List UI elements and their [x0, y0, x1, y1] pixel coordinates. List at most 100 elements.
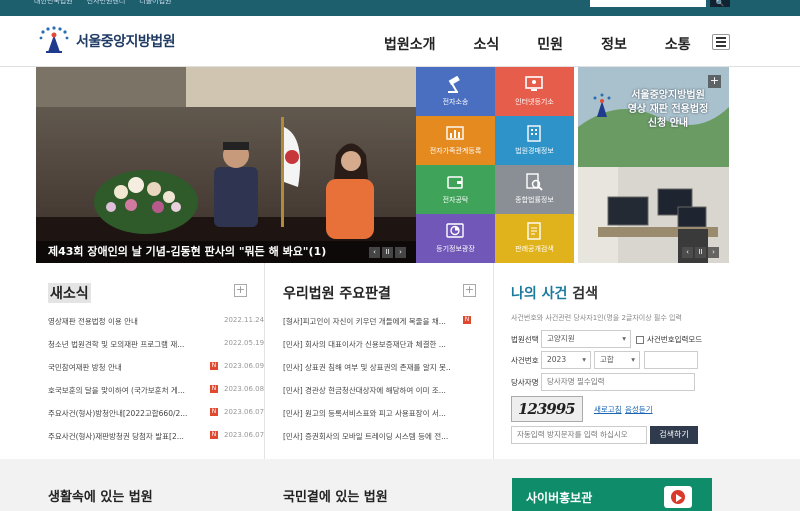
service-tile-label: 전자공탁 [442, 196, 469, 204]
list-item[interactable]: 청소년 법원견학 및 모의재판 프로그램 재... 2022.05.19 [48, 339, 265, 362]
hero-slider[interactable]: 제43회 장애인의 날 기념-김동현 판사의 "뭐든 해 봐요"(1) ‹ II… [36, 67, 416, 263]
chart-icon [445, 221, 465, 241]
nav-item-civil[interactable]: 민원 [537, 34, 563, 54]
list-item[interactable]: 영상재판 전용법정 이용 안내 2022.11.24 [48, 316, 265, 339]
case-search-button[interactable]: 검색하기 [650, 426, 698, 444]
service-tile[interactable]: 전자가족관계등록 [416, 116, 495, 165]
list-item-title[interactable]: [민사] 증권회사의 모바일 트레이딩 시스템 등에 전... [283, 431, 451, 442]
search-doc-icon [524, 172, 544, 192]
year-select[interactable]: 2023 [541, 351, 591, 369]
hamburger-menu-icon[interactable] [712, 34, 730, 50]
service-tile[interactable]: 법원경매정보 [495, 116, 574, 165]
court-logo[interactable]: 서울중앙지방법원 [38, 26, 176, 56]
list-item-title[interactable]: [민사] 상표권 침해 여부 및 상표권의 존재를 알지 못... [283, 362, 451, 373]
pause-icon[interactable]: II [695, 247, 706, 258]
list-item-date: 2022.11.24 [224, 316, 265, 324]
top-search-input[interactable] [590, 0, 706, 7]
case-search-note: 사건번호와 사건관련 당사자1인(명을 2글자이상 필수 입력 [511, 314, 682, 322]
list-item-title[interactable]: 주요사건(형사)방청안내[2022고합660/2... [48, 408, 200, 419]
cyber-pr-label: 사이버홍보관 [526, 491, 593, 505]
chevron-left-icon[interactable]: ‹ [682, 247, 693, 258]
news-more-button[interactable]: + [234, 284, 247, 297]
service-tile[interactable]: 종합법률정보 [495, 165, 574, 214]
family-chart-icon [445, 123, 465, 143]
list-item-title[interactable]: 영상재판 전용법정 이용 안내 [48, 316, 200, 327]
list-item-date: 2023.06.09 [224, 362, 265, 370]
service-tile-label: 판례공개검색 [515, 245, 554, 253]
chevron-right-icon[interactable]: › [708, 247, 719, 258]
list-item[interactable]: 주요사건(형사)방청안내[2022고합660/2... N 2023.06.07 [48, 408, 264, 431]
list-item-title[interactable]: [민사] 회사의 대표이사가 신용보증재단과 체결한 ... [283, 339, 451, 350]
list-item[interactable]: [민사] 경관상 현금청산대상자에 해당하여 이미 조... [283, 385, 478, 408]
list-item[interactable]: 주요사건(형사)재판방청권 당첨자 발표[2... N 2023.06.07 [48, 431, 264, 454]
promo-controls: ‹ II › [682, 247, 719, 258]
document-icon [524, 221, 544, 241]
cyber-pr-banner[interactable]: 사이버홍보관 [512, 478, 712, 511]
rulings-list: [형사]피고인이 자신이 키우던 개들에게 목줄을 채... N [민사] 회사의 … [283, 316, 478, 454]
list-item[interactable]: [민사] 상표권 침해 여부 및 상표권의 존재를 알지 못... [283, 362, 478, 385]
nav-item-info[interactable]: 정보 [601, 34, 627, 54]
hero-caption[interactable]: 제43회 장애인의 날 기념-김동현 판사의 "뭐든 해 봐요"(1) [36, 241, 416, 263]
list-item[interactable]: [민사] 증권회사의 모바일 트레이딩 시스템 등에 전... [283, 431, 478, 454]
top-link[interactable]: 대한민국법원 [34, 0, 73, 6]
top-link[interactable]: 전자민원센터 [87, 0, 126, 6]
captcha-audio-link[interactable]: 음성듣기 [625, 404, 653, 415]
top-links: 대한민국법원 전자민원센터 더불어법원 [34, 0, 171, 6]
top-link[interactable]: 더불어법원 [139, 0, 171, 6]
court-select[interactable]: 고양지원 [541, 330, 631, 348]
rulings-more-button[interactable]: + [463, 284, 476, 297]
party-name-label: 당사자명 [511, 378, 539, 387]
list-item[interactable]: [형사]피고인이 자신이 키우던 개들에게 목줄을 채... N [283, 316, 478, 339]
list-item-title[interactable]: [민사] 원고의 등록서비스표와 피고 사용표장이 서... [283, 408, 451, 419]
service-tile[interactable]: 전자공탁 [416, 165, 495, 214]
list-item[interactable]: 국민참여재판 방청 안내 N 2023.06.09 [48, 362, 265, 385]
pause-icon[interactable]: II [382, 247, 393, 258]
wallet-icon [445, 172, 465, 192]
promo-title: 서울중앙지방법원 영상 재판 전용법정 신청 안내 [627, 90, 709, 129]
list-item-title[interactable]: 청소년 법원견학 및 모의재판 프로그램 재... [48, 339, 200, 350]
list-item[interactable]: [민사] 원고의 등록서비스표와 피고 사용표장이 서... [283, 408, 478, 431]
case-number-label: 사건번호 [511, 356, 539, 365]
hero-photo [36, 67, 416, 263]
service-tile-label: 등기정보광장 [436, 245, 475, 253]
case-type-select[interactable]: 고합 [594, 351, 640, 369]
list-item-title[interactable]: [형사]피고인이 자신이 키우던 개들에게 목줄을 채... [283, 316, 451, 327]
list-item[interactable]: 호국보훈의 달을 맞이하여 (국가보훈처 게... N 2023.06.08 [48, 385, 264, 408]
service-tile-label: 법원경매정보 [515, 147, 554, 155]
chevron-right-icon[interactable]: › [395, 247, 406, 258]
new-badge: N [210, 385, 218, 393]
party-name-input[interactable]: 당사자명 필수입력 [541, 373, 695, 391]
captcha-input[interactable]: 자동입력 방지문자를 입력 하십시오 [511, 426, 647, 444]
divider [264, 263, 265, 459]
chevron-left-icon[interactable]: ‹ [369, 247, 380, 258]
court-name: 서울중앙지방법원 [76, 34, 176, 50]
gavel-icon [445, 74, 465, 94]
captcha-refresh-link[interactable]: 새로고침 [594, 404, 622, 415]
checkbox-icon[interactable] [636, 335, 644, 344]
top-search-button[interactable]: 🔍 [710, 0, 730, 7]
nav-item-communication[interactable]: 소통 [665, 34, 691, 54]
service-tile[interactable]: 등기정보광장 [416, 214, 495, 263]
promo-more-button[interactable]: + [708, 75, 721, 88]
new-badge: N [210, 408, 218, 416]
service-tile[interactable]: 전자소송 [416, 67, 495, 116]
case-number-input[interactable] [644, 351, 698, 369]
service-tile[interactable]: 인터넷등기소 [495, 67, 574, 116]
service-tile-label: 전자가족관계등록 [429, 147, 482, 155]
service-tile[interactable]: 판례공개검색 [495, 214, 574, 263]
list-item-title[interactable]: 국민참여재판 방청 안내 [48, 362, 200, 373]
list-item-title[interactable]: [민사] 경관상 현금청산대상자에 해당하여 이미 조... [283, 385, 451, 396]
service-tile-label: 인터넷등기소 [515, 98, 554, 106]
nav-item-intro[interactable]: 법원소개 [384, 34, 436, 54]
list-item[interactable]: [민사] 회사의 대표이사가 신용보증재단과 체결한 ... [283, 339, 478, 362]
divider [493, 263, 494, 459]
list-item-date: 2022.05.19 [224, 339, 265, 347]
promo-banner[interactable]: 서울중앙지방법원 영상 재판 전용법정 신청 안내 + ‹ II › [578, 67, 729, 263]
play-video-icon[interactable] [664, 486, 692, 508]
service-tile-label: 전자소송 [442, 98, 469, 106]
list-item-title[interactable]: 주요사건(형사)재판방청권 당첨자 발표[2... [48, 431, 200, 442]
number-mode-checkbox[interactable]: 사건번호입력모드 [636, 334, 702, 345]
list-item-title[interactable]: 호국보훈의 달을 맞이하여 (국가보훈처 게... [48, 385, 200, 396]
service-tiles: 전자소송 인터넷등기소전자가족관계등록 법원경매정보전자공탁 종합법률정보등기정보광장… [416, 67, 574, 263]
nav-item-news[interactable]: 소식 [474, 34, 500, 54]
